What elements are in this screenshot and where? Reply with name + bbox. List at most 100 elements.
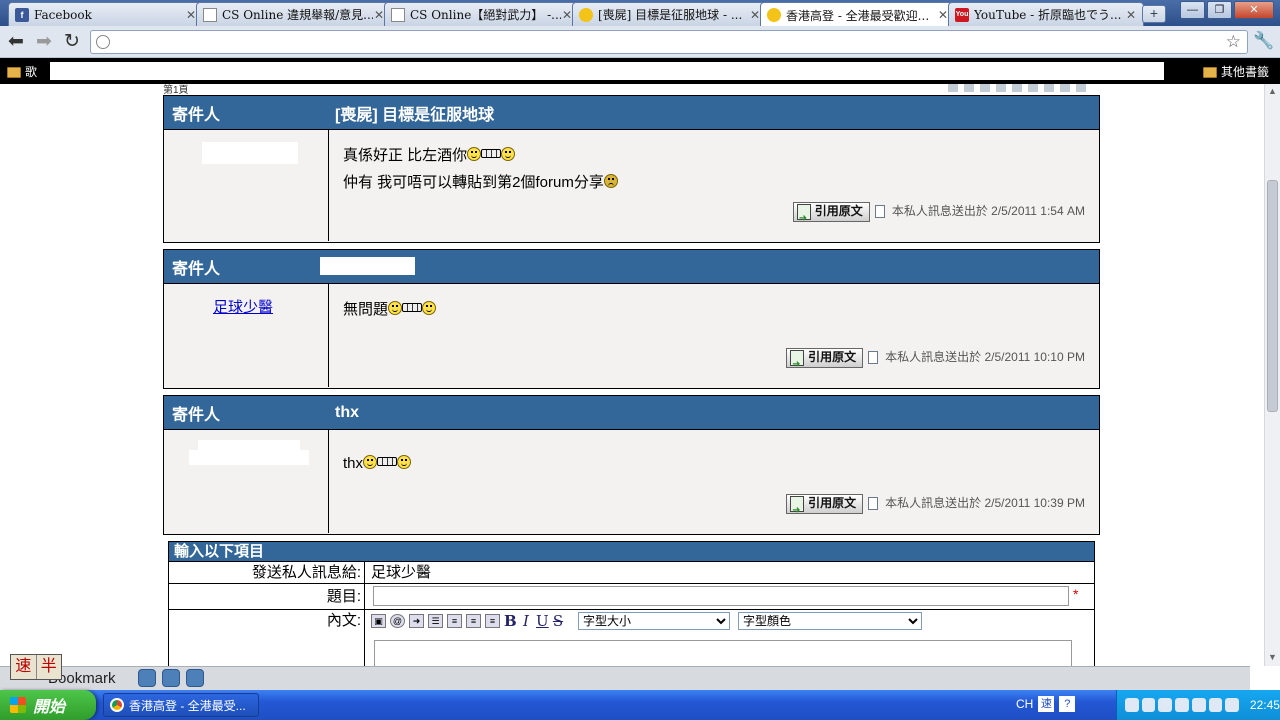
ime-half-width[interactable]: 半 (37, 655, 62, 679)
quote-button[interactable]: 引用原文 (786, 347, 864, 378)
forward-arrow-icon[interactable]: ➡ (32, 31, 56, 53)
window-close-button[interactable]: ✕ (1234, 1, 1274, 19)
message-body: thx 引用原文 本私人訊息送出於 2/5/2011 10:39 PM (329, 430, 1099, 533)
insert-link-icon[interactable]: @ (390, 614, 405, 628)
insert-image-icon[interactable]: ▣ (371, 614, 386, 628)
user-icon[interactable] (138, 669, 156, 687)
message-2: 寄件人 足球少醫 無問題 引用原文 本私人訊息送出於 2/5/2011 10:1… (163, 249, 1100, 389)
strike-button[interactable]: S (552, 611, 564, 632)
tab-zombie-thread[interactable]: [喪屍] 目標是征服地球 - ... ✕ (572, 2, 768, 26)
volume-icon[interactable] (1191, 698, 1206, 712)
tray-icon[interactable] (1141, 698, 1156, 712)
sent-timestamp: 本私人訊息送出於 2/5/2011 1:54 AM (891, 204, 1085, 218)
minimize-button[interactable]: — (1180, 1, 1205, 19)
subject-label: 題目: (169, 584, 365, 609)
message-footer: 引用原文 本私人訊息送出於 2/5/2011 1:54 AM (792, 198, 1085, 232)
handcuff-icon (402, 303, 423, 312)
back-arrow-icon[interactable]: ⬅ (4, 31, 28, 53)
compose-header: 輸入以下項目 (169, 542, 1094, 562)
new-tab-button[interactable]: + (1142, 5, 1166, 23)
site-icon (767, 8, 781, 22)
sender-link[interactable]: 足球少醫 (213, 296, 273, 317)
sender-column (164, 130, 329, 241)
maximize-button[interactable]: ❐ (1207, 1, 1232, 19)
quote-icon (796, 203, 811, 232)
tray-icon[interactable] (1175, 698, 1189, 712)
taskbar-chrome-window[interactable]: 香港高登 - 全港最受... (103, 693, 259, 717)
align-left-icon[interactable]: ≡ (447, 614, 462, 628)
start-label: 開始 (33, 699, 66, 716)
tab-cs-report[interactable]: CS Online 違規舉報/意見... ✕ (196, 2, 392, 26)
insert-quote-icon[interactable]: ➜ (409, 614, 424, 628)
language-bar[interactable]: CH 速 ? (1016, 696, 1076, 712)
ime-quick-mode[interactable]: 速 (11, 655, 37, 679)
smiley-icon (397, 455, 412, 469)
message-1: 寄件人 [喪屍] 目標是征服地球 真係好正 比左酒你 仲有 我可唔可以轉貼到第2… (163, 95, 1100, 243)
quote-button[interactable]: 引用原文 (792, 201, 870, 232)
ime-widget[interactable]: 速 半 (10, 654, 62, 680)
system-tray: 22:45 (1116, 690, 1280, 720)
tray-icon[interactable] (1225, 698, 1239, 712)
chrome-icon (110, 698, 124, 712)
tab-facebook[interactable]: f Facebook ✕ (8, 2, 204, 26)
message-footer: 引用原文 本私人訊息送出於 2/5/2011 10:10 PM (786, 344, 1085, 378)
ime-icon[interactable]: 速 (1038, 696, 1055, 712)
message-line: thx (343, 442, 1085, 477)
redacted-bookmarks (50, 62, 1164, 80)
align-center-icon[interactable]: ≡ (466, 614, 481, 628)
italic-button[interactable]: I (520, 611, 532, 632)
redacted-subject (320, 257, 415, 276)
tab-cs-online[interactable]: CS Online【絕對武力】 -... ✕ (384, 2, 580, 26)
sender-column (164, 430, 329, 533)
tab-hkgolden[interactable]: 香港高登 - 全港最受歡迎... ✕ (760, 2, 956, 27)
page-scrollbar[interactable]: ▲ ▼ (1264, 84, 1280, 666)
smiley-icon (422, 301, 437, 315)
tray-icon[interactable] (1125, 698, 1139, 712)
scroll-thumb[interactable] (1267, 180, 1278, 412)
bulleted-list-icon[interactable]: ☰ (428, 614, 443, 628)
clock[interactable]: 22:45 (1250, 698, 1280, 712)
start-button[interactable]: 開始 (0, 690, 96, 720)
url-input[interactable] (115, 34, 1215, 50)
page-icon (391, 7, 405, 22)
bookmark-folder-songs[interactable]: 歌 (7, 63, 37, 80)
message-subject (320, 257, 415, 276)
youtube-icon: You (955, 7, 969, 22)
share-icon[interactable] (186, 669, 204, 687)
smiley-icon (363, 455, 378, 469)
other-bookmarks[interactable]: 其他書籤 (1203, 63, 1269, 80)
windows-taskbar: 開始 香港高登 - 全港最受... CH 速 ? 22:45 (0, 690, 1280, 720)
bookmark-star-icon[interactable]: ☆ (1226, 32, 1241, 52)
wrench-icon[interactable]: 🔧 (1253, 31, 1275, 53)
smiley-icon (501, 147, 516, 161)
list-icon[interactable] (162, 669, 180, 687)
tab-title: CS Online 違規舉報/意見... (222, 8, 373, 22)
quote-icon (790, 495, 805, 524)
help-icon[interactable]: ? (1059, 696, 1076, 712)
page-number[interactable]: 第1頁 (163, 84, 189, 94)
subject-input[interactable] (373, 586, 1069, 606)
font-size-select[interactable]: 字型大小 (578, 612, 730, 630)
handcuff-icon (481, 149, 502, 158)
align-right-icon[interactable]: ≡ (485, 614, 500, 628)
font-color-select[interactable]: 字型顏色 (738, 612, 922, 630)
language-indicator[interactable]: CH (1016, 697, 1033, 711)
share-icons[interactable] (948, 84, 1088, 92)
quote-button[interactable]: 引用原文 (786, 493, 864, 524)
body-label: 內文: (169, 610, 365, 666)
reload-icon[interactable]: ↻ (60, 31, 84, 53)
message-subject: [喪屍] 目標是征服地球 (335, 106, 495, 124)
bold-button[interactable]: B (504, 611, 517, 632)
scroll-down-arrow-icon[interactable]: ▼ (1267, 652, 1278, 664)
tab-close-icon[interactable]: ✕ (1125, 8, 1137, 22)
scroll-up-arrow-icon[interactable]: ▲ (1267, 86, 1278, 98)
tab-title: CS Online【絕對武力】 -... (410, 8, 561, 22)
tray-icon[interactable] (1158, 698, 1173, 712)
network-icon[interactable] (1208, 698, 1223, 712)
format-toolbar: ▣ @ ➜ ☰ ≡ ≡ ≡ B I U S 字型大小 字型顏色 (365, 610, 1094, 632)
task-title: 香港高登 - 全港最受... (129, 698, 246, 713)
omnibox[interactable]: ☆ (90, 30, 1248, 54)
tab-youtube[interactable]: You YouTube - 折原臨也でう... ✕ (948, 2, 1144, 26)
underline-button[interactable]: U (536, 611, 549, 632)
message-body-textarea[interactable] (374, 640, 1072, 666)
